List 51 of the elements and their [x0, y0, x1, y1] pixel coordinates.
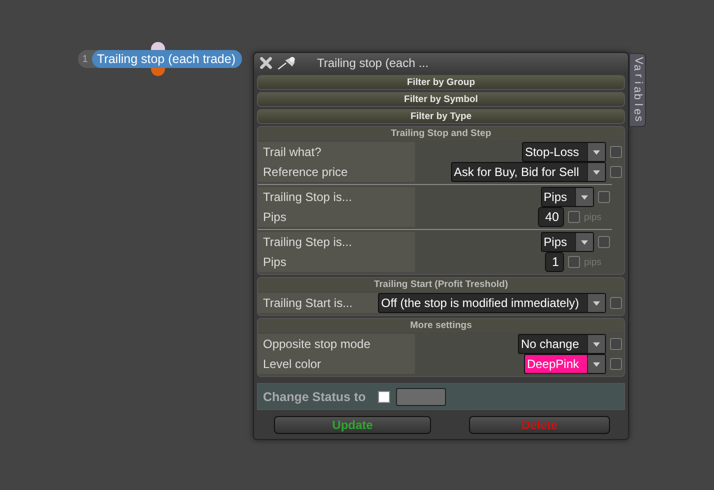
section-header[interactable]: Filter by Type: [257, 109, 625, 124]
setting-label: Trailing Stop is...: [258, 187, 415, 207]
setting-label: Level color: [258, 354, 415, 374]
status-checkbox[interactable]: [378, 390, 390, 402]
section-header[interactable]: Filter by Group: [257, 75, 625, 90]
close-icon[interactable]: [259, 56, 273, 70]
dropdown[interactable]: No change: [518, 334, 606, 354]
caret-icon: [593, 300, 600, 306]
setting-label: Opposite stop mode: [258, 334, 415, 354]
pin-icon[interactable]: [277, 56, 297, 70]
caret-icon: [593, 170, 600, 174]
caret-icon: [581, 194, 588, 200]
setting-label: Pips: [258, 207, 415, 227]
caret-icon: [581, 240, 588, 244]
checkbox[interactable]: [610, 297, 622, 309]
checkbox[interactable]: [568, 256, 580, 268]
number-field[interactable]: 40: [538, 207, 564, 227]
setting-label: Pips: [258, 252, 415, 272]
section-header[interactable]: Trailing Start (Profit Treshold): [258, 278, 624, 291]
node-label[interactable]: Trailing stop (each trade): [92, 50, 242, 68]
checkbox[interactable]: [598, 191, 610, 203]
setting-label: Trail what?: [258, 142, 415, 162]
caret-icon: [593, 362, 600, 366]
checkbox[interactable]: [610, 338, 622, 350]
panel-title: Trailing stop (each ...: [317, 56, 429, 70]
dropdown[interactable]: Off (the stop is modified immediately): [378, 293, 606, 313]
side-tab[interactable]: Variables: [629, 53, 646, 127]
checkbox[interactable]: [598, 236, 610, 248]
dropdown[interactable]: Ask for Buy, Bid for Sell: [450, 162, 606, 182]
checkbox[interactable]: [610, 166, 622, 178]
caret-icon: [593, 342, 600, 346]
dropdown[interactable]: Pips: [540, 232, 594, 252]
dropdown[interactable]: Pips: [540, 187, 594, 207]
checkbox[interactable]: [610, 358, 622, 370]
status-label: Change Status to: [263, 390, 366, 404]
dropdown[interactable]: Stop-Loss: [522, 142, 606, 162]
output-port-icon[interactable]: [151, 68, 165, 76]
section-header[interactable]: Trailing Stop and Step: [258, 127, 624, 140]
checkbox[interactable]: [610, 146, 622, 158]
node-pill[interactable]: 1 Trailing stop (each trade): [78, 50, 242, 68]
setting-label: Reference price: [258, 162, 415, 182]
section-header[interactable]: Filter by Symbol: [257, 92, 625, 107]
section-header[interactable]: More settings: [258, 319, 624, 332]
dropdown[interactable]: DeepPink: [524, 354, 606, 374]
node-index: 1: [81, 54, 89, 64]
caret-icon: [593, 150, 600, 154]
checkbox[interactable]: [568, 211, 580, 223]
status-field[interactable]: [396, 388, 446, 406]
setting-label: Trailing Step is...: [258, 232, 415, 252]
input-port-icon[interactable]: [151, 42, 165, 50]
number-field[interactable]: 1: [545, 252, 564, 272]
